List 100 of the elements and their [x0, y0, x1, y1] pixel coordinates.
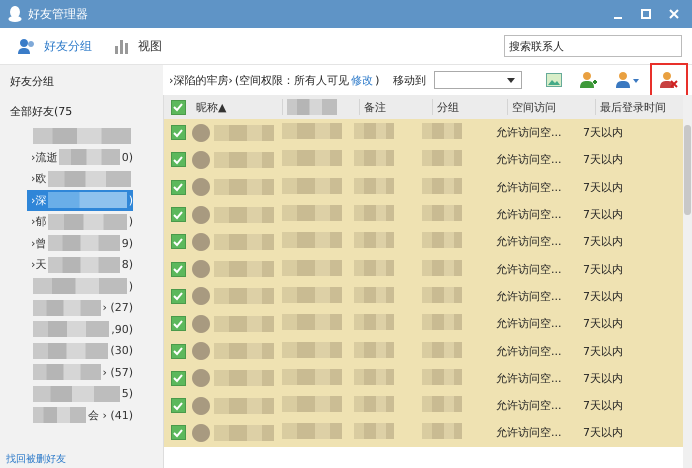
row-checkbox[interactable] — [170, 262, 186, 277]
table-cell-text: 允许访问空... — [495, 180, 562, 195]
avatar — [192, 287, 210, 306]
pixelated-block — [354, 423, 394, 440]
search-field[interactable]: 搜索联系人 — [504, 35, 682, 57]
table-cell-text: 7天以内 — [582, 152, 624, 168]
pixelated-block — [282, 286, 342, 303]
row-checkbox[interactable] — [170, 180, 186, 195]
table-row[interactable]: 允许访问空... 7天以内 — [164, 392, 683, 420]
app-logo-icon — [8, 6, 22, 22]
avatar — [192, 150, 210, 169]
group-item[interactable]: ,90) — [27, 318, 133, 340]
row-checkbox[interactable] — [170, 125, 186, 140]
pixelated-block — [214, 316, 274, 332]
table-cell-text: 允许访问空... — [495, 344, 562, 359]
move-to-dropdown[interactable] — [434, 71, 522, 89]
avatar — [192, 314, 210, 333]
bar-chart-icon — [114, 38, 130, 54]
column-header[interactable]: 备注 — [364, 100, 386, 114]
row-checkbox[interactable] — [170, 207, 186, 222]
column-header[interactable]: 昵称▲ — [196, 100, 226, 114]
pixelated-block — [214, 370, 274, 386]
pixelated-block — [282, 423, 342, 440]
table-row[interactable]: 允许访问空... 7天以内 — [164, 310, 683, 338]
group-item[interactable]: ›流逝 0) — [27, 146, 133, 168]
column-header[interactable]: 最后登录时间 — [600, 100, 666, 114]
table-cell-text: 允许访问空... — [495, 262, 562, 277]
table-cell-text: 允许访问空... — [495, 316, 562, 332]
table-row[interactable]: 允许访问空... 7天以内 — [164, 337, 683, 365]
row-checkbox[interactable] — [170, 425, 186, 440]
group-item[interactable]: ›欧 — [27, 168, 133, 190]
pixelated-block — [33, 407, 86, 424]
row-checkbox[interactable] — [170, 344, 186, 359]
group-item[interactable]: 全部好友(75 — [0, 98, 163, 125]
pixelated-block — [282, 260, 342, 276]
table-row[interactable]: 允许访问空... 7天以内 — [164, 174, 683, 201]
row-checkbox[interactable] — [170, 234, 186, 250]
view-tab[interactable]: 视图 — [112, 34, 164, 58]
avatar — [192, 178, 210, 196]
pixelated-block — [422, 286, 462, 303]
group-item[interactable]: › (27) — [27, 297, 133, 318]
permission-text: (空间权限：所有人可见 — [234, 72, 350, 88]
scrollbar[interactable] — [683, 95, 692, 468]
pixelated-block — [282, 123, 342, 140]
table-row[interactable]: 允许访问空... 7天以内 — [164, 228, 683, 256]
pixelated-block — [48, 235, 120, 252]
group-item[interactable]: ›郁 ) — [27, 211, 133, 232]
table-cell-text: 允许访问空... — [495, 370, 562, 386]
group-item[interactable]: (30) — [27, 340, 133, 362]
table-cell-text: 7天以内 — [582, 288, 624, 304]
pixelated-block — [282, 314, 342, 330]
pixelated-block — [214, 234, 274, 250]
group-item[interactable]: › (57) — [27, 362, 133, 383]
pixelated-block — [282, 368, 342, 385]
table-row[interactable]: 允许访问空... 7天以内 — [164, 255, 683, 283]
pixelated-block — [422, 123, 462, 140]
delete-contact-icon[interactable] — [660, 71, 678, 89]
table-row[interactable]: 允许访问空... 7天以内 — [164, 282, 683, 310]
table-row[interactable]: 允许访问空... 7天以内 — [164, 119, 683, 146]
caret-icon — [507, 78, 515, 82]
sidebar-title: 好友分组 — [9, 74, 55, 90]
group-item[interactable]: ›曾 9) — [27, 232, 133, 254]
pixelated-block — [422, 342, 462, 358]
row-checkbox[interactable] — [170, 370, 186, 386]
table-row[interactable]: 允许访问空... 7天以内 — [164, 146, 683, 174]
recover-friends-link[interactable]: 找回被删好友 — [6, 452, 66, 466]
table-cell-text: 7天以内 — [582, 234, 624, 250]
table-row[interactable]: 允许访问空... 7天以内 — [164, 364, 683, 392]
row-checkbox[interactable] — [170, 152, 186, 168]
contact-menu-icon[interactable] — [616, 71, 640, 89]
pixelated-block — [214, 261, 274, 278]
select-all-checkbox[interactable] — [170, 100, 186, 114]
row-checkbox[interactable] — [170, 316, 186, 332]
group-item[interactable]: 会 › (41) — [27, 404, 133, 426]
table-row[interactable]: 允许访问空... 7天以内 — [164, 419, 683, 447]
group-item[interactable]: ›天 8) — [27, 254, 133, 276]
pixelated-block — [214, 424, 274, 441]
permission-close: ) — [375, 74, 380, 86]
pixelated-block — [214, 343, 274, 360]
column-header[interactable]: 空间访问 — [512, 100, 556, 114]
maximize-icon — [640, 8, 652, 20]
pixelated-block — [33, 300, 101, 316]
pixelated-block — [214, 152, 274, 168]
table-row[interactable]: 允许访问空... 7天以内 — [164, 200, 683, 228]
row-checkbox[interactable] — [170, 288, 186, 304]
group-item[interactable]: ) — [27, 276, 133, 297]
pixelated-block — [422, 205, 462, 222]
image-icon[interactable] — [546, 73, 562, 87]
column-header[interactable]: 分组 — [437, 100, 459, 114]
group-item[interactable]: ›深 ) — [27, 190, 133, 211]
pixelated-block — [422, 178, 462, 194]
add-contact-icon[interactable] — [580, 71, 598, 89]
group-item[interactable]: 5) — [27, 383, 133, 404]
edit-link[interactable]: 修改 — [351, 72, 374, 88]
table-cell-text: 7天以内 — [582, 262, 624, 277]
table-cell-text: 允许访问空... — [495, 152, 562, 168]
row-checkbox[interactable] — [170, 398, 186, 414]
view-tab[interactable]: 好友分组 — [16, 34, 94, 58]
table-cell-text: 7天以内 — [582, 398, 624, 414]
table-cell-text: 7天以内 — [582, 207, 624, 222]
